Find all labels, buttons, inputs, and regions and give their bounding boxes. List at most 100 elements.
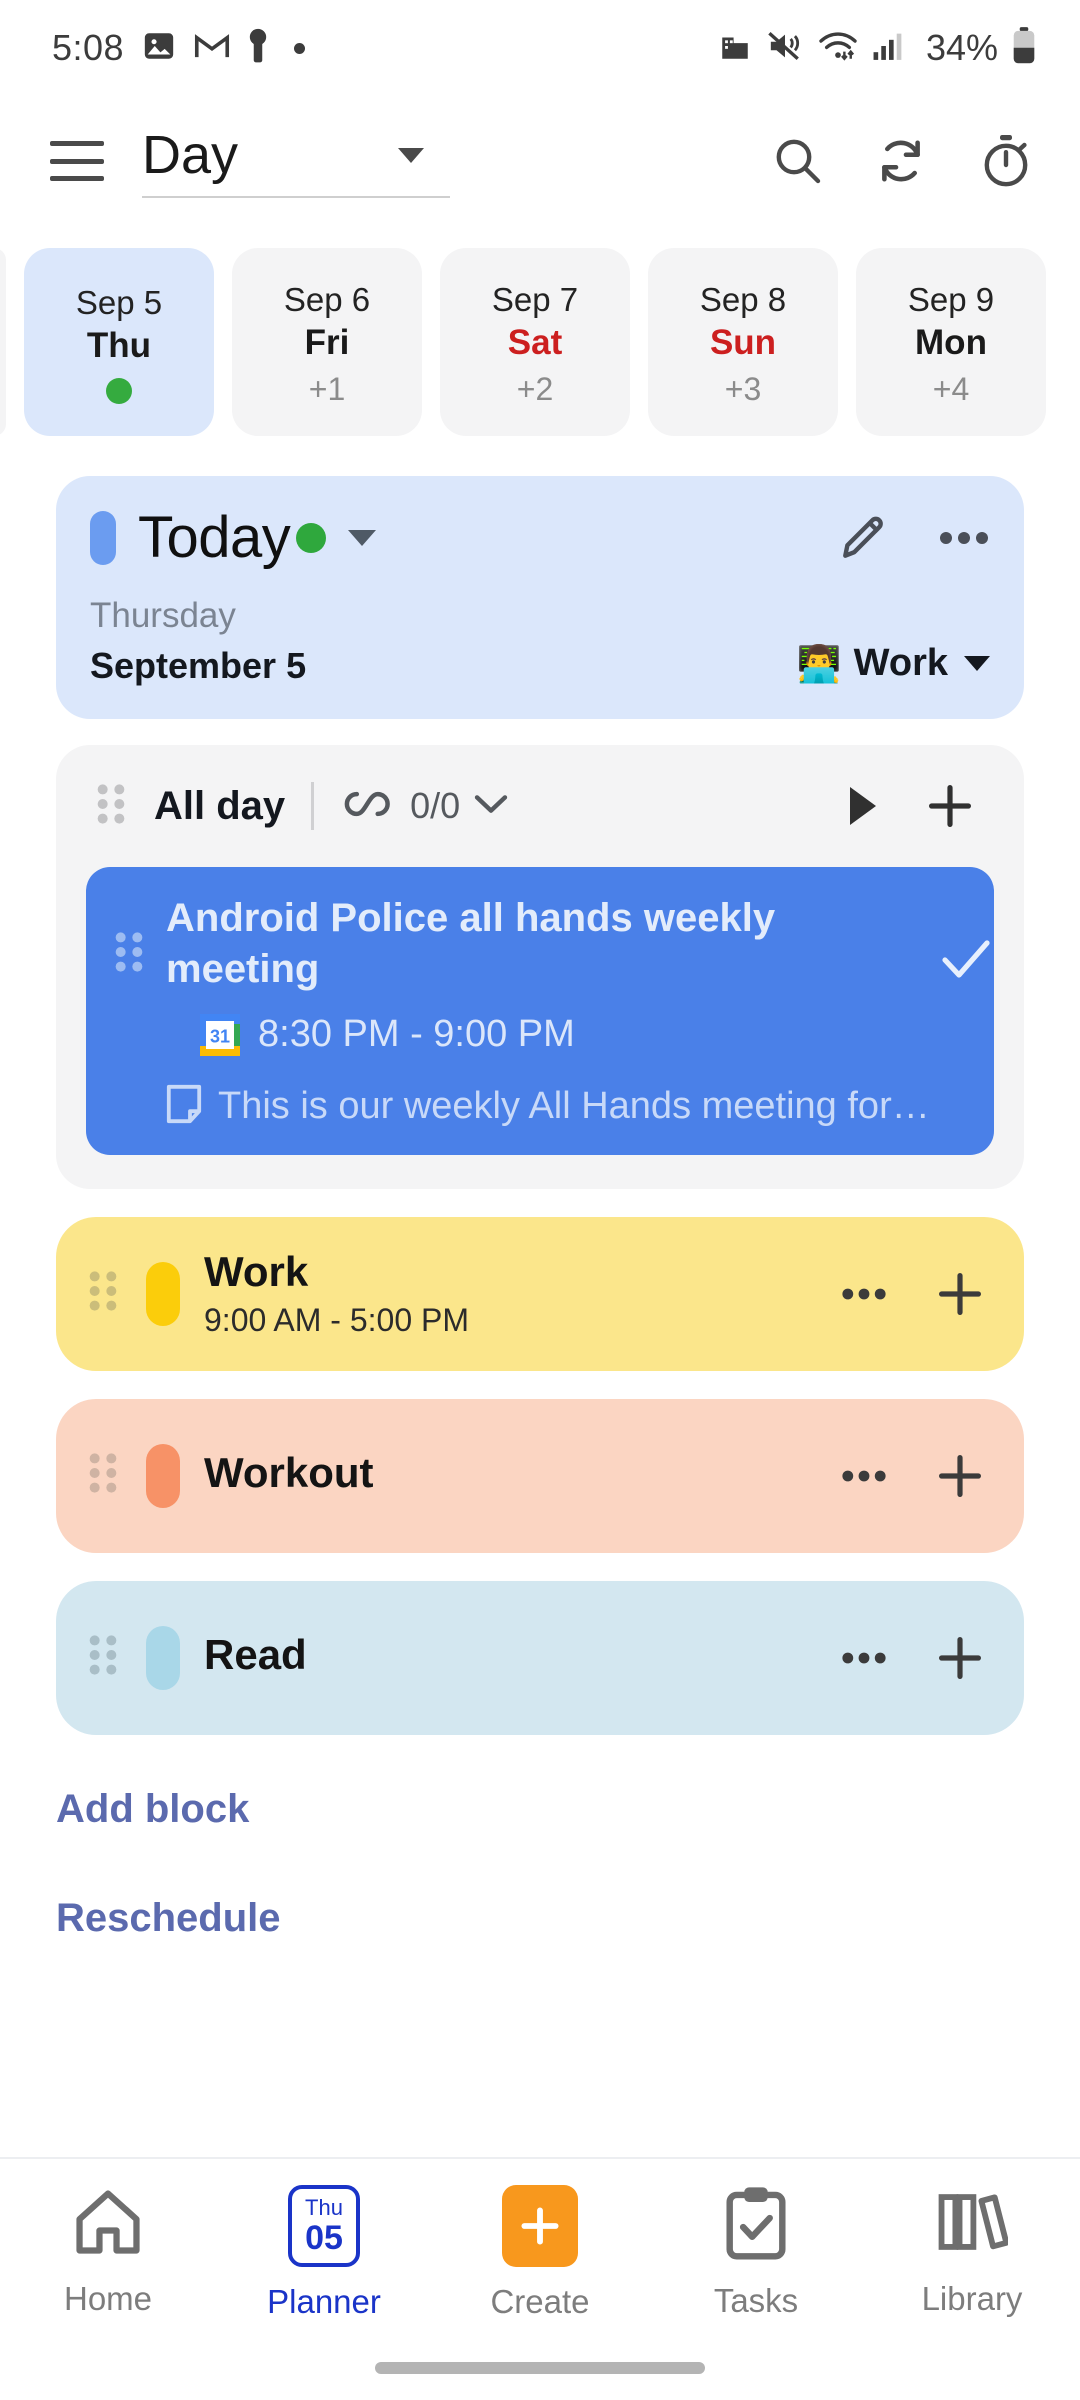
date-chip[interactable]: Sep 5 Thu xyxy=(24,248,214,436)
plus-icon[interactable] xyxy=(936,1634,984,1682)
block-name: Read xyxy=(204,1630,307,1678)
timer-icon[interactable] xyxy=(978,133,1034,189)
note-icon xyxy=(166,1084,202,1129)
context-label: Work xyxy=(853,642,948,685)
drag-handle-icon[interactable] xyxy=(112,893,146,982)
date-chip[interactable]: Sep 6 Fri +1 xyxy=(232,248,422,436)
more-options-icon[interactable] xyxy=(840,1467,888,1485)
check-icon[interactable] xyxy=(930,893,992,986)
date-chip[interactable]: Sep 9 Mon +4 xyxy=(856,248,1046,436)
drag-handle-icon[interactable] xyxy=(94,779,128,834)
play-icon[interactable] xyxy=(846,784,880,828)
work-profile-icon xyxy=(718,29,752,68)
status-bar-right: 34% xyxy=(718,26,1036,70)
event-description: This is our weekly All Hands meeting for… xyxy=(218,1084,930,1127)
dot-icon xyxy=(294,42,306,54)
today-card-footer: Thursday September 5 👨‍💻 Work xyxy=(90,593,990,689)
clipboard-check-icon xyxy=(723,2185,789,2266)
plus-icon[interactable] xyxy=(926,782,974,830)
infinity-loop-icon[interactable] xyxy=(340,788,396,825)
gesture-bar xyxy=(375,2362,705,2374)
event-card[interactable]: Android Police all hands weekly meeting … xyxy=(86,867,994,1155)
add-block-link[interactable]: Add block xyxy=(56,1787,1024,1832)
nav-item-tasks[interactable]: Tasks xyxy=(648,2185,864,2320)
block-time: 9:00 AM - 5:00 PM xyxy=(204,1302,470,1339)
today-card-header: Today xyxy=(90,504,990,571)
chevron-down-icon xyxy=(964,656,990,672)
battery-icon xyxy=(1012,26,1036,70)
gmail-icon xyxy=(194,31,230,66)
date-chip-dot xyxy=(106,378,132,404)
schedule-block-read[interactable]: Read xyxy=(56,1580,1024,1735)
nav-label: Planner xyxy=(267,2283,381,2320)
date-chip-previous[interactable] xyxy=(0,248,6,436)
more-options-icon[interactable] xyxy=(840,1649,888,1667)
drag-handle-icon[interactable] xyxy=(86,1630,120,1685)
view-mode-selector[interactable]: Day xyxy=(142,124,450,198)
today-date-group: Thursday September 5 xyxy=(90,593,306,689)
block-color-pill xyxy=(146,1625,180,1690)
cell-signal-icon xyxy=(872,29,906,68)
vibrate-off-icon xyxy=(766,29,804,68)
event-body: Android Police all hands weekly meeting … xyxy=(166,893,930,1128)
today-card[interactable]: Today Thursday September 5 xyxy=(56,476,1024,720)
more-options-icon[interactable] xyxy=(840,1285,888,1303)
calendar-icon: Thu 05 xyxy=(288,2185,360,2267)
block-text: Work 9:00 AM - 5:00 PM xyxy=(204,1248,469,1339)
date-chip-offset: +1 xyxy=(308,370,346,407)
status-bar: 5:08 34% xyxy=(0,0,1080,96)
nav-item-create[interactable]: Create xyxy=(432,2185,648,2321)
drag-handle-icon[interactable] xyxy=(86,1266,120,1321)
today-status-dot xyxy=(296,522,327,553)
chevron-down-icon[interactable] xyxy=(474,793,508,820)
block-name: Workout xyxy=(204,1448,374,1496)
chevron-down-icon[interactable] xyxy=(348,529,377,546)
nav-item-home[interactable]: Home xyxy=(0,2185,216,2318)
event-description-row: This is our weekly All Hands meeting for… xyxy=(166,1084,930,1129)
svg-text:31: 31 xyxy=(210,1026,230,1046)
date-chip-dow: Thu xyxy=(86,326,152,365)
footer-links: Add block Reschedule xyxy=(56,1787,1024,1941)
block-text: Workout xyxy=(204,1449,374,1503)
date-chip-monthday: Sep 8 xyxy=(699,280,787,318)
date-chip-monthday: Sep 7 xyxy=(491,280,579,318)
today-title: Today xyxy=(138,505,291,570)
hamburger-menu-icon[interactable] xyxy=(50,141,104,181)
plus-icon[interactable] xyxy=(936,1452,984,1500)
technologist-emoji-icon: 👨‍💻 xyxy=(796,642,842,684)
date-chip[interactable]: Sep 8 Sun +3 xyxy=(648,248,838,436)
calendar-icon-dow: Thu xyxy=(305,2195,343,2220)
date-chip-dow: Sat xyxy=(507,322,563,362)
context-selector[interactable]: 👨‍💻 Work xyxy=(797,642,990,689)
pencil-icon[interactable] xyxy=(838,513,888,563)
date-chip-dow: Mon xyxy=(915,322,987,362)
schedule-block-workout[interactable]: Workout xyxy=(56,1398,1024,1553)
drag-handle-icon[interactable] xyxy=(86,1448,120,1503)
date-chip-monthday: Sep 6 xyxy=(283,280,371,318)
block-text: Read xyxy=(204,1631,307,1685)
reschedule-link[interactable]: Reschedule xyxy=(56,1896,1024,1941)
divider xyxy=(311,782,315,831)
date-strip[interactable]: Sep 5 Thu Sep 6 Fri +1 Sep 7 Sat +2 Sep … xyxy=(0,248,1080,436)
main-content: Today Thursday September 5 xyxy=(0,476,1080,1941)
battery-percent: 34% xyxy=(925,27,998,68)
block-color-pill xyxy=(146,1443,180,1508)
plus-icon[interactable] xyxy=(936,1270,984,1318)
nav-item-library[interactable]: Library xyxy=(864,2185,1080,2318)
date-chip-offset: +3 xyxy=(724,370,762,407)
date-chip[interactable]: Sep 7 Sat +2 xyxy=(440,248,630,436)
block-name: Work xyxy=(204,1248,309,1296)
search-icon[interactable] xyxy=(772,135,824,187)
all-day-count: 0/0 xyxy=(410,785,461,827)
block-actions xyxy=(840,1634,990,1682)
schedule-block-work[interactable]: Work 9:00 AM - 5:00 PM xyxy=(56,1216,1024,1371)
all-day-header: All day 0/0 xyxy=(86,771,994,841)
nav-label: Tasks xyxy=(713,2282,799,2319)
all-day-actions xyxy=(846,782,986,830)
nav-item-planner[interactable]: Thu 05 Planner xyxy=(216,2185,432,2321)
event-time: 8:30 PM - 9:00 PM xyxy=(258,1013,575,1056)
refresh-icon[interactable] xyxy=(874,134,928,188)
more-options-icon[interactable] xyxy=(938,528,990,548)
event-time-row: 31 8:30 PM - 9:00 PM xyxy=(200,1012,930,1058)
nav-label: Home xyxy=(63,2280,153,2317)
